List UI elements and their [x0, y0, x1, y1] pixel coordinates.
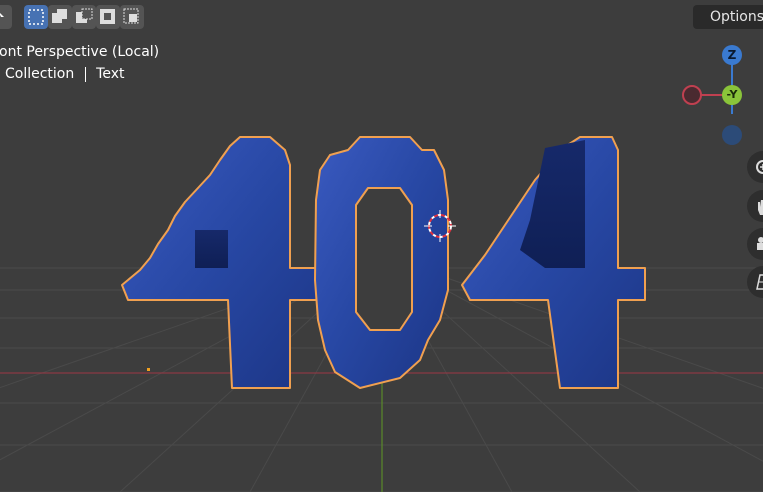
select-extend-icon[interactable]	[48, 5, 72, 29]
gizmo-neg-y-axis[interactable]: -Y	[722, 85, 742, 105]
gizmo-neg-x-axis[interactable]	[682, 85, 702, 105]
view-name-label: ont Perspective (Local)	[0, 44, 160, 60]
3d-viewport[interactable]: Options ont Perspective (Local) Collecti…	[0, 0, 763, 492]
select-intersect-icon[interactable]	[120, 5, 144, 29]
breadcrumb-separator	[84, 66, 86, 82]
navigation-gizmo[interactable]: Z -Y	[680, 42, 763, 152]
viewport-header: Options	[0, 0, 763, 34]
select-tool-button[interactable]	[0, 5, 12, 29]
gizmo-neg-z-axis[interactable]	[722, 125, 742, 145]
gizmo-z-axis[interactable]: Z	[722, 45, 742, 65]
options-dropdown[interactable]: Options	[693, 5, 763, 29]
zoom-button[interactable]	[747, 151, 763, 183]
pan-hand-icon[interactable]	[747, 190, 763, 222]
collection-label: Collection	[5, 66, 75, 82]
perspective-toggle-icon[interactable]	[747, 266, 763, 298]
collection-breadcrumb: Collection Text	[0, 66, 124, 82]
object-label: Text	[96, 66, 125, 82]
zero-hole	[355, 187, 413, 331]
text-object-404	[121, 136, 646, 389]
select-subtract-icon[interactable]	[72, 5, 96, 29]
select-new-icon[interactable]	[24, 5, 48, 29]
select-invert-icon[interactable]	[96, 5, 120, 29]
camera-view-icon[interactable]	[747, 228, 763, 260]
light-dot	[147, 368, 150, 371]
